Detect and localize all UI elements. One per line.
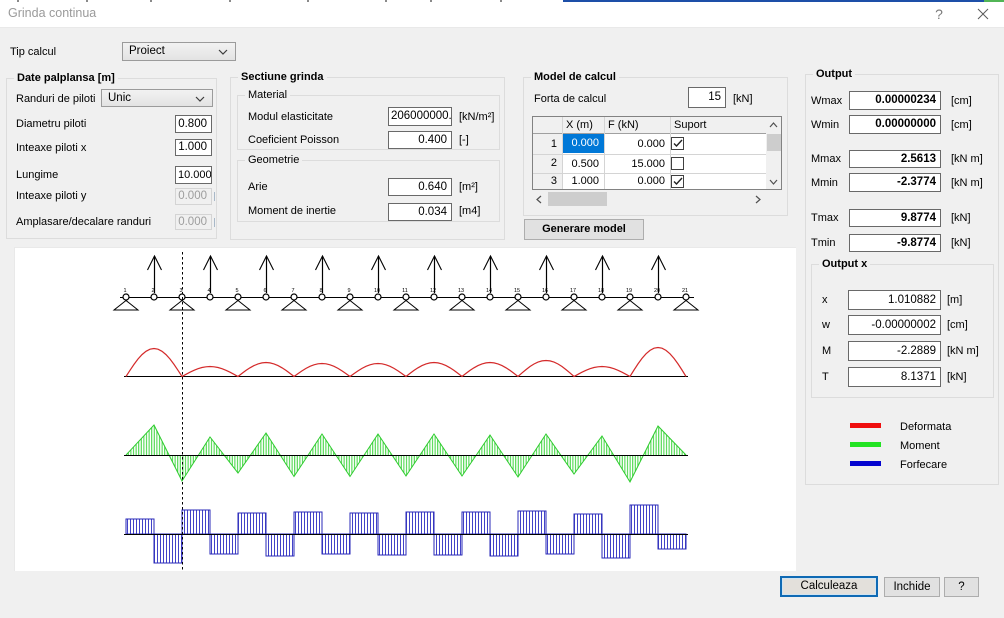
svg-text:19: 19 [626, 288, 632, 294]
svg-text:18: 18 [598, 288, 604, 294]
svg-text:12: 12 [430, 288, 436, 294]
svg-text:20: 20 [654, 288, 660, 294]
svg-text:6: 6 [263, 288, 266, 294]
svg-text:21: 21 [682, 288, 688, 294]
svg-text:5: 5 [235, 288, 238, 294]
svg-text:16: 16 [542, 288, 548, 294]
svg-text:13: 13 [458, 288, 464, 294]
svg-text:10: 10 [374, 288, 380, 294]
svg-text:11: 11 [402, 288, 408, 294]
svg-text:15: 15 [514, 288, 520, 294]
svg-text:9: 9 [347, 288, 350, 294]
svg-text:14: 14 [486, 288, 492, 294]
svg-text:4: 4 [207, 288, 210, 294]
svg-text:17: 17 [570, 288, 576, 294]
svg-text:8: 8 [319, 288, 322, 294]
svg-text:1: 1 [123, 288, 126, 294]
svg-text:2: 2 [151, 288, 154, 294]
svg-text:7: 7 [291, 288, 294, 294]
